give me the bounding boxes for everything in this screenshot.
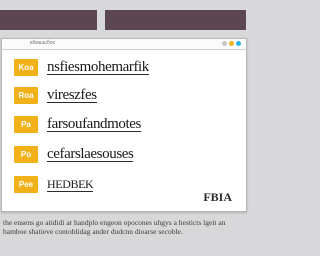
app-window: вбмшшбоо Koa nsfiesmohemarfik Roa viresz…	[1, 38, 247, 212]
list-item[interactable]: Pee HEDBEK	[14, 175, 94, 194]
item-label[interactable]: cefarslaesouses	[47, 146, 134, 162]
list-item[interactable]: Pa farsoufandmotes	[14, 115, 141, 134]
list-item[interactable]: Koa nsfiesmohemarfik	[14, 58, 149, 77]
window-titlebar: вбмшшбоо	[2, 39, 246, 50]
close-button[interactable]	[236, 41, 241, 46]
corner-label: FBIA	[203, 190, 232, 204]
item-tag: Pa	[14, 116, 38, 133]
list-item[interactable]: Po cefarslaesouses	[14, 145, 134, 164]
item-label[interactable]: nsfiesmohemarfik	[47, 59, 149, 75]
window-title: вбмшшбоо	[30, 40, 56, 46]
item-label[interactable]: vireszfes	[47, 87, 97, 103]
item-label[interactable]: HEDBEK	[47, 177, 94, 192]
item-tag: Po	[14, 146, 38, 163]
maximize-button[interactable]	[229, 41, 234, 46]
window-controls	[222, 41, 241, 46]
footer-description: the ensens go atididi ar handplo engeon …	[3, 218, 226, 236]
item-tag: Roa	[14, 87, 38, 104]
screen: вбмшшбоо Koa nsfiesmohemarfik Roa viresz…	[0, 0, 256, 256]
item-label[interactable]: farsoufandmotes	[47, 116, 141, 132]
top-bar-right	[105, 10, 246, 30]
item-tag: Koa	[14, 59, 38, 76]
top-bar-left	[0, 10, 97, 30]
minimize-button[interactable]	[222, 41, 227, 46]
item-tag: Pee	[14, 176, 38, 193]
list-item[interactable]: Roa vireszfes	[14, 86, 97, 105]
